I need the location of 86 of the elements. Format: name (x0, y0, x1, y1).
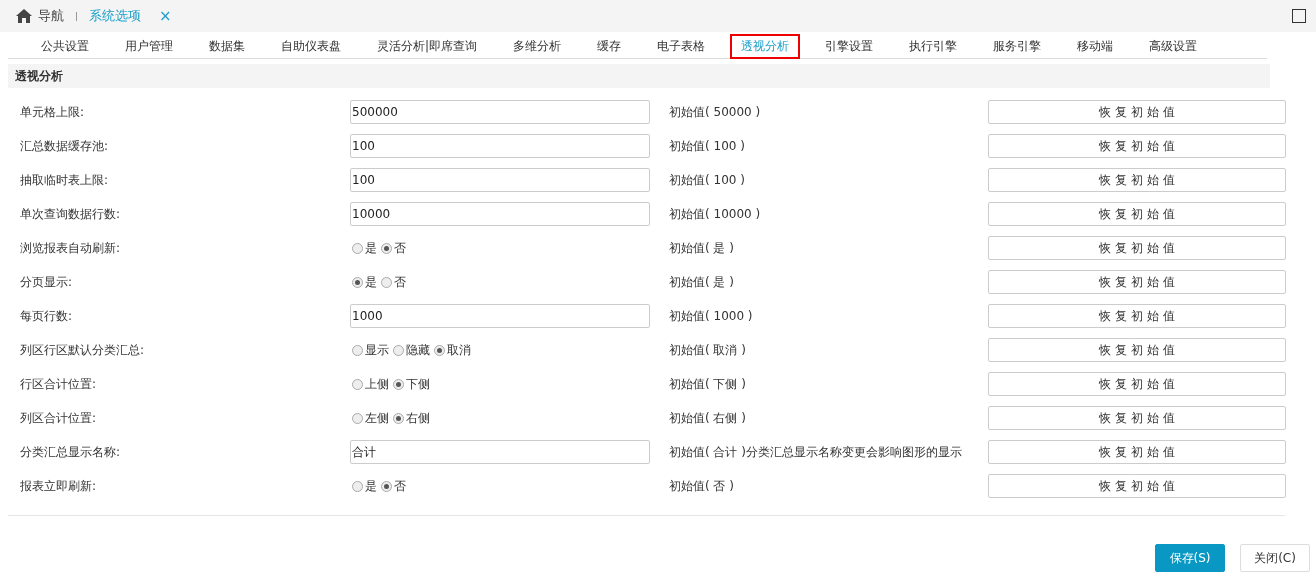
tab[interactable]: 缓存 (586, 34, 633, 59)
initial-value-text: 初始值( 下侧 ) (669, 375, 747, 393)
radio-label[interactable]: 是 (365, 239, 377, 257)
initial-value-text: 初始值( 合计 )分类汇总显示名称变更会影响图形的显示 (669, 443, 963, 461)
tab[interactable]: 电子表格 (646, 34, 717, 59)
input-field[interactable]: 10000 (350, 202, 650, 226)
radio-button[interactable] (352, 276, 363, 288)
initial-value-text: 初始值( 取消 ) (669, 341, 747, 359)
input-field[interactable]: 500000 (350, 100, 650, 124)
radio-button[interactable] (352, 412, 363, 424)
radio-label[interactable]: 显示 (365, 341, 389, 359)
radio-button[interactable] (352, 378, 363, 390)
reset-button[interactable]: 恢 复 初 始 值 (988, 134, 1286, 158)
radio-label[interactable]: 否 (394, 239, 406, 257)
reset-button[interactable]: 恢 复 初 始 值 (988, 168, 1286, 192)
maximize-icon[interactable] (1292, 9, 1306, 23)
setting-label: 分页显示: (20, 273, 74, 291)
radio-label[interactable]: 是 (365, 477, 377, 495)
setting-label: 列区行区默认分类汇总: (20, 341, 146, 359)
section-header: 透视分析 (8, 64, 1270, 88)
radio-button[interactable] (381, 276, 392, 288)
tab[interactable]: 数据集 (198, 34, 256, 59)
setting-label: 浏览报表自动刷新: (20, 239, 122, 257)
setting-label: 每页行数: (20, 307, 74, 325)
close-button[interactable]: 关闭(C) (1240, 544, 1310, 572)
reset-button[interactable]: 恢 复 初 始 值 (988, 270, 1286, 294)
radio-label[interactable]: 下侧 (406, 375, 430, 393)
reset-button[interactable]: 恢 复 初 始 值 (988, 440, 1286, 464)
radio-label[interactable]: 是 (365, 273, 377, 291)
tab[interactable]: 多维分析 (502, 34, 573, 59)
setting-label: 抽取临时表上限: (20, 171, 110, 189)
reset-button[interactable]: 恢 复 初 始 值 (988, 474, 1286, 498)
initial-value-text: 初始值( 10000 ) (669, 205, 762, 223)
tab[interactable]: 自助仪表盘 (270, 34, 352, 59)
initial-value-text: 初始值( 否 ) (669, 477, 735, 495)
setting-label: 报表立即刷新: (20, 477, 98, 495)
setting-label: 分类汇总显示名称: (20, 443, 122, 461)
radio-label[interactable]: 否 (394, 273, 406, 291)
radio-label[interactable]: 左侧 (365, 409, 389, 427)
reset-button[interactable]: 恢 复 初 始 值 (988, 406, 1286, 430)
initial-value-text: 初始值( 是 ) (669, 239, 735, 257)
radio-label[interactable]: 否 (394, 477, 406, 495)
initial-value-text: 初始值( 右侧 ) (669, 409, 747, 427)
radio-button[interactable] (434, 344, 445, 356)
radio-button[interactable] (393, 344, 404, 356)
tab[interactable]: 公共设置 (30, 34, 100, 59)
tab[interactable]: 服务引擎 (982, 34, 1053, 59)
setting-label: 单次查询数据行数: (20, 205, 122, 223)
radio-label[interactable]: 隐藏 (406, 341, 430, 359)
initial-value-text: 初始值( 100 ) (669, 171, 746, 189)
reset-button[interactable]: 恢 复 初 始 值 (988, 338, 1286, 362)
tab[interactable]: 高级设置 (1138, 34, 1209, 59)
input-field[interactable]: 1000 (350, 304, 650, 328)
tab[interactable]: 用户管理 (114, 34, 184, 59)
radio-button[interactable] (352, 344, 363, 356)
setting-label: 列区合计位置: (20, 409, 98, 427)
tab[interactable]: 灵活分析|即席查询 (366, 34, 489, 59)
setting-label: 汇总数据缓存池: (20, 137, 110, 155)
radio-label[interactable]: 右侧 (406, 409, 430, 427)
home-icon[interactable] (16, 9, 32, 23)
radio-button[interactable] (393, 412, 404, 424)
tab[interactable]: 移动端 (1066, 34, 1125, 59)
radio-label[interactable]: 上侧 (365, 375, 389, 393)
input-field[interactable]: 100 (350, 134, 650, 158)
radio-button[interactable] (381, 242, 392, 254)
reset-button[interactable]: 恢 复 初 始 值 (988, 304, 1286, 328)
radio-label[interactable]: 取消 (447, 341, 471, 359)
radio-button[interactable] (381, 480, 392, 492)
input-field[interactable]: 合计 (350, 440, 650, 464)
radio-button[interactable] (352, 480, 363, 492)
initial-value-text: 初始值( 1000 ) (669, 307, 754, 325)
tab[interactable]: 执行引擎 (898, 34, 969, 59)
reset-button[interactable]: 恢 复 初 始 值 (988, 236, 1286, 260)
home-link[interactable]: 导航 (38, 7, 64, 25)
setting-label: 单元格上限: (20, 103, 86, 121)
tab[interactable]: 引擎设置 (814, 34, 885, 59)
radio-button[interactable] (393, 378, 404, 390)
input-field[interactable]: 100 (350, 168, 650, 192)
initial-value-text: 初始值( 是 ) (669, 273, 735, 291)
radio-button[interactable] (352, 242, 363, 254)
reset-button[interactable]: 恢 复 初 始 值 (988, 100, 1286, 124)
initial-value-text: 初始值( 100 ) (669, 137, 746, 155)
reset-button[interactable]: 恢 复 初 始 值 (988, 372, 1286, 396)
initial-value-text: 初始值( 50000 ) (669, 103, 762, 121)
reset-button[interactable]: 恢 复 初 始 值 (988, 202, 1286, 226)
setting-label: 行区合计位置: (20, 375, 98, 393)
